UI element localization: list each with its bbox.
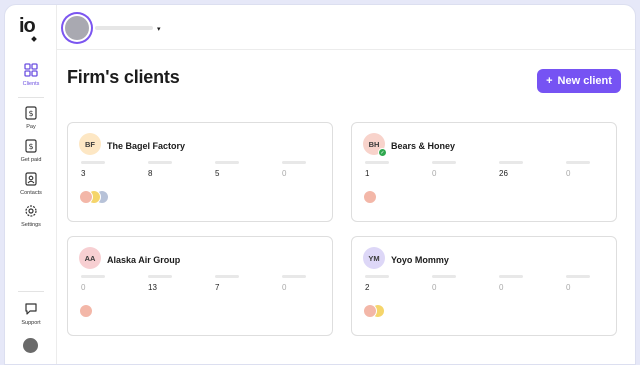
stat-label-placeholder [432, 275, 456, 278]
stat-value: 3 [81, 169, 86, 178]
stat-value: 0 [432, 169, 437, 178]
new-client-label: New client [557, 75, 612, 87]
stat-value: 0 [282, 283, 287, 292]
top-bar: ▾ [57, 5, 635, 50]
stat-label-placeholder [148, 161, 172, 164]
contact-book-icon [25, 172, 37, 186]
stat-label-placeholder [566, 275, 590, 278]
client-name: The Bagel Factory [107, 141, 186, 151]
svg-text:$: $ [28, 142, 33, 151]
sidebar-item-clients[interactable]: Clients [5, 63, 57, 87]
stat-value: 2 [365, 283, 370, 292]
client-card[interactable]: YM Yoyo Mommy 2 0 0 0 [351, 236, 617, 336]
stat-value: 0 [81, 283, 86, 292]
stat-label-placeholder [215, 161, 239, 164]
client-avatar: AA [79, 247, 101, 269]
chat-bubble-icon [25, 303, 37, 315]
stat-value: 5 [215, 169, 220, 178]
stat-value: 0 [566, 169, 571, 178]
client-stat: 0 [282, 161, 306, 178]
client-stat: 0 [566, 275, 590, 292]
caret-down-icon[interactable]: ▾ [157, 25, 161, 33]
dollar-doc-icon: $ [25, 106, 37, 120]
team-member-avatar[interactable] [363, 190, 377, 204]
client-avatar: BF [79, 133, 101, 155]
stat-value: 1 [365, 169, 370, 178]
stat-value: 8 [148, 169, 153, 178]
app-logo[interactable]: io [19, 15, 36, 38]
client-stat: 0 [432, 275, 456, 292]
sidebar-divider [18, 291, 44, 292]
client-name: Yoyo Mommy [391, 255, 449, 265]
account-name-placeholder [95, 26, 153, 30]
sidebar-divider [18, 97, 44, 98]
sidebar-item-label: Clients [22, 81, 40, 87]
sidebar-item-label: Settings [21, 222, 41, 228]
stat-value: 0 [432, 283, 437, 292]
stat-label-placeholder [81, 161, 105, 164]
stat-label-placeholder [499, 161, 523, 164]
stat-value: 13 [148, 283, 157, 292]
team-member-avatar[interactable] [79, 304, 93, 318]
grid-icon [24, 63, 38, 77]
stat-label-placeholder [365, 161, 389, 164]
client-card[interactable]: BH ✓ Bears & Honey 1 0 26 0 [351, 122, 617, 222]
stat-value: 0 [282, 169, 287, 178]
client-stat: 3 [81, 161, 105, 178]
new-client-button[interactable]: + New client [537, 69, 621, 93]
stat-label-placeholder [282, 161, 306, 164]
team-member-avatar[interactable] [363, 304, 377, 318]
client-stat: 26 [499, 161, 523, 178]
stat-label-placeholder [148, 275, 172, 278]
svg-text:$: $ [28, 109, 33, 118]
client-stat: 0 [282, 275, 306, 292]
stat-label-placeholder [432, 161, 456, 164]
account-avatar[interactable] [65, 16, 89, 40]
sidebar-item-support[interactable]: Support [5, 302, 57, 326]
stat-label-placeholder [566, 161, 590, 164]
sidebar-item-label: Pay [26, 124, 36, 130]
sidebar-item-get-paid[interactable]: $ Get paid [5, 139, 57, 163]
client-name: Alaska Air Group [107, 255, 181, 265]
sidebar-item-label: Contacts [20, 190, 42, 196]
sidebar-item-label: Get paid [20, 157, 42, 163]
client-stat: 7 [215, 275, 239, 292]
team-member-avatar[interactable] [79, 190, 93, 204]
stat-value: 0 [566, 283, 571, 292]
stat-value: 0 [499, 283, 504, 292]
stat-value: 7 [215, 283, 220, 292]
stat-label-placeholder [215, 275, 239, 278]
sidebar: io Clients $ Pay $ Get paid Contacts Set… [5, 5, 57, 364]
client-avatar: YM [363, 247, 385, 269]
client-stat: 0 [81, 275, 105, 292]
sidebar-item-pay[interactable]: $ Pay [5, 106, 57, 130]
sidebar-item-settings[interactable]: Settings [5, 204, 57, 228]
client-stat: 2 [365, 275, 389, 292]
client-card[interactable]: AA Alaska Air Group 0 13 7 0 [67, 236, 333, 336]
logo-mark [31, 36, 37, 42]
sidebar-item-contacts[interactable]: Contacts [5, 172, 57, 196]
stat-label-placeholder [499, 275, 523, 278]
client-stat: 5 [215, 161, 239, 178]
user-avatar[interactable] [23, 338, 38, 353]
stat-label-placeholder [81, 275, 105, 278]
sidebar-item-label: Support [21, 320, 41, 326]
client-stat: 1 [365, 161, 389, 178]
client-stat: 0 [499, 275, 523, 292]
plus-icon: + [546, 75, 553, 87]
app-window: io Clients $ Pay $ Get paid Contacts Set… [4, 4, 636, 365]
client-stat: 0 [566, 161, 590, 178]
client-stat: 0 [432, 161, 456, 178]
stat-label-placeholder [365, 275, 389, 278]
gear-icon [25, 205, 37, 217]
page-title: Firm's clients [67, 67, 180, 87]
client-name: Bears & Honey [391, 141, 456, 151]
stat-label-placeholder [282, 275, 306, 278]
client-stat: 8 [148, 161, 172, 178]
stat-value: 26 [499, 169, 508, 178]
client-card[interactable]: BF The Bagel Factory 3 8 5 0 [67, 122, 333, 222]
dollar-doc-icon: $ [25, 139, 37, 153]
verified-badge-icon: ✓ [378, 148, 387, 157]
client-stat: 13 [148, 275, 172, 292]
